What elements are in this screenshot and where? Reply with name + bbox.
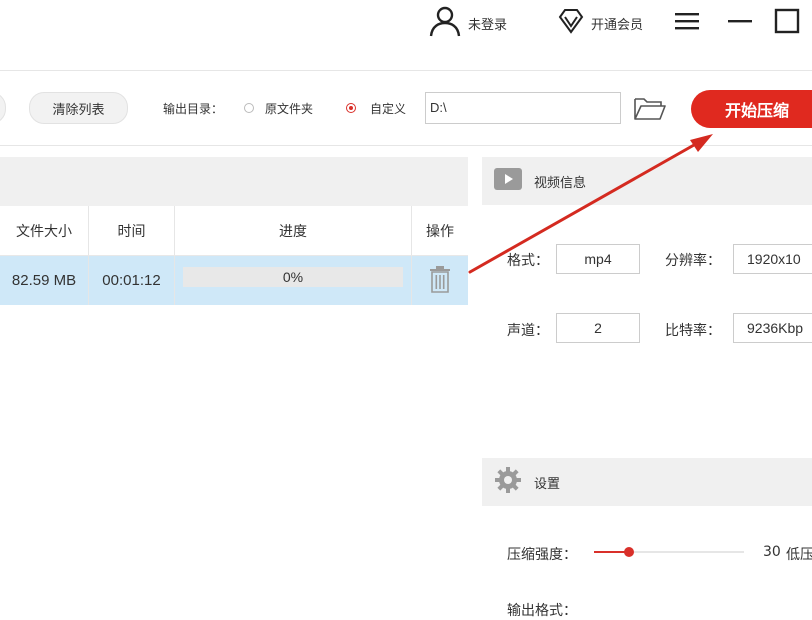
source-folder-label[interactable]: 原文件夹 bbox=[265, 100, 313, 117]
resolution-label: 分辨率： bbox=[665, 253, 721, 269]
strength-label: 压缩强度： bbox=[507, 547, 577, 563]
start-compress-button[interactable]: 开始压缩 bbox=[691, 90, 812, 128]
channel-value: 2 bbox=[556, 313, 640, 343]
vip-button[interactable]: 开通会员 bbox=[556, 6, 643, 40]
bitrate-value: 9236Kbp bbox=[733, 313, 812, 343]
col-header-time: 时间 bbox=[117, 223, 146, 240]
video-info-header: 视频信息 bbox=[482, 157, 812, 205]
col-divider bbox=[411, 256, 412, 305]
video-info-title: 视频信息 bbox=[534, 175, 587, 191]
menu-button[interactable] bbox=[672, 6, 702, 40]
strength-slider-handle[interactable] bbox=[624, 547, 634, 557]
user-icon bbox=[428, 5, 462, 41]
settings-header: 设置 bbox=[482, 458, 812, 506]
file-time-cell: 00:01:12 bbox=[102, 272, 161, 289]
progress-text: 0% bbox=[282, 269, 304, 285]
clear-list-label: 清除列表 bbox=[52, 102, 105, 118]
strength-value: 30 bbox=[763, 544, 781, 560]
col-header-action: 操作 bbox=[426, 223, 454, 240]
minimize-button[interactable] bbox=[725, 6, 755, 40]
output-path-input[interactable]: D:\ bbox=[425, 92, 621, 124]
col-header-size: 文件大小 bbox=[16, 223, 72, 240]
minimize-icon bbox=[727, 11, 753, 35]
gear-icon bbox=[494, 466, 522, 498]
file-size-cell: 82.59 MB bbox=[11, 272, 77, 289]
channel-label: 声道： bbox=[507, 323, 549, 339]
folder-icon[interactable] bbox=[633, 96, 667, 126]
maximize-button[interactable] bbox=[772, 6, 802, 40]
format-label: 格式： bbox=[507, 253, 549, 269]
radio-source-folder[interactable] bbox=[244, 103, 254, 113]
resolution-value: 1920x10 bbox=[733, 244, 812, 274]
login-button[interactable]: 未登录 bbox=[428, 6, 507, 40]
radio-custom[interactable] bbox=[346, 103, 356, 113]
login-label: 未登录 bbox=[468, 17, 508, 33]
play-icon bbox=[494, 168, 522, 194]
col-header-progress: 进度 bbox=[279, 223, 307, 240]
col-divider bbox=[174, 256, 175, 305]
settings-title: 设置 bbox=[534, 476, 561, 492]
maximize-icon bbox=[774, 8, 800, 38]
trash-icon[interactable] bbox=[428, 266, 452, 298]
strength-slider-fill bbox=[594, 551, 628, 553]
format-value: mp4 bbox=[556, 244, 640, 274]
menu-icon bbox=[674, 11, 700, 35]
custom-label[interactable]: 自定义 bbox=[370, 100, 406, 117]
clear-list-button[interactable]: 清除列表 bbox=[29, 92, 128, 124]
start-compress-label: 开始压缩 bbox=[725, 101, 790, 120]
output-format-label: 输出格式： bbox=[507, 603, 577, 619]
file-list-header-bar bbox=[0, 157, 468, 206]
strength-tag: 低压 bbox=[786, 547, 812, 563]
output-dir-label: 输出目录： bbox=[163, 102, 224, 116]
diamond-icon bbox=[556, 7, 586, 39]
vip-label: 开通会员 bbox=[591, 17, 644, 33]
bitrate-label: 比特率： bbox=[665, 323, 721, 339]
